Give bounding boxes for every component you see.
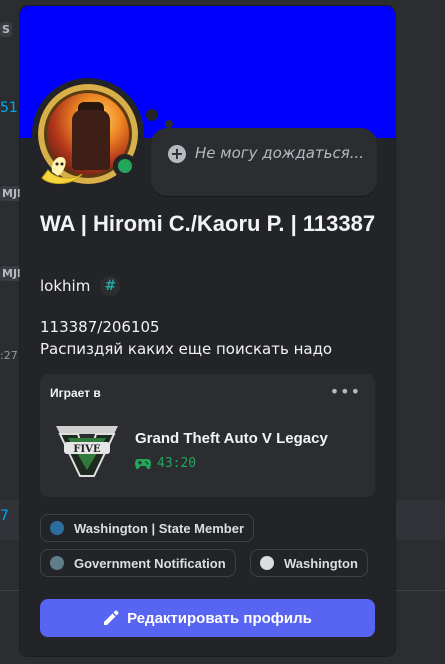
role-label: Washington [284,555,358,571]
gamepad-icon [135,458,151,469]
role-color-dot [50,521,64,535]
pencil-icon [104,610,119,625]
elapsed-time: 43:20 [157,456,197,471]
more-options-icon[interactable]: ••• [330,382,361,401]
role-chip[interactable]: Government Notification [40,549,236,577]
role-label: Washington | State Member [74,520,245,536]
online-status-icon [113,154,137,178]
bio-line: Распиздяй каких еще поискать надо [40,340,333,358]
game-name: Grand Theft Auto V Legacy [135,430,328,447]
edit-profile-button[interactable]: Редактировать профиль [40,599,375,637]
custom-status-bubble[interactable]: + Не могу дождаться... [151,128,377,196]
banana-decoration-icon [41,156,83,184]
username-row: lokhim # [40,276,121,296]
background-count: 7 [0,508,9,524]
activity-header: Играет в [50,386,101,400]
svg-text:FIVE: FIVE [73,444,101,455]
thought-dot [165,120,173,128]
bio-line: 113387/206105 [40,318,160,336]
background-count: 51 [0,100,18,116]
username[interactable]: lokhim [40,277,90,295]
background-tag: S [0,22,12,37]
display-name: WA | Hiromi C./Kaoru P. | 113387 [40,211,376,236]
add-status-icon[interactable]: + [168,145,186,163]
elapsed-time-row: 43:20 [135,456,196,471]
role-color-dot [260,556,274,570]
hashtag-badge-icon[interactable]: # [100,276,121,296]
activity-card: Играет в ••• FIVE Grand Theft Auto V Leg… [40,374,375,497]
role-label: Government Notification [74,555,226,571]
gta-v-logo-icon: FIVE [52,420,122,480]
role-chip[interactable]: Washington | State Member [40,514,255,542]
role-chip[interactable]: Washington [250,549,368,577]
edit-profile-label: Редактировать профиль [127,609,312,627]
role-color-dot [50,556,64,570]
thought-dot [146,109,158,121]
background-timestamp: :27 [0,349,18,362]
custom-status-text: Не могу дождаться... [195,144,365,162]
user-profile-popout: + Не могу дождаться... WA | Hiromi C./Ka… [20,6,395,656]
profile-bio: 113387/206105 Распиздяй каких еще поиска… [40,316,380,360]
